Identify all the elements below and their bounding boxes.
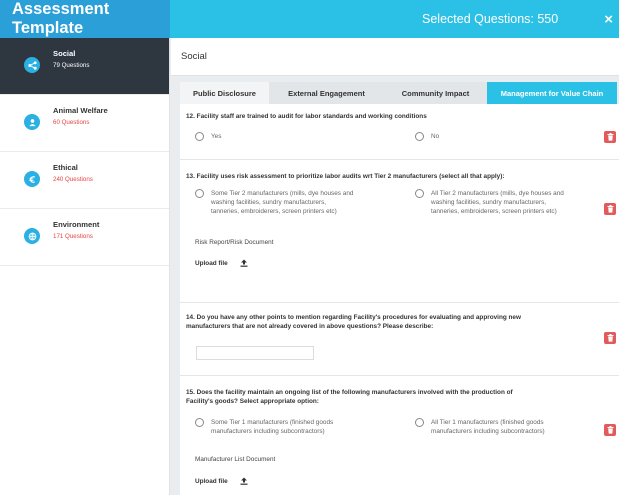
tab-community-impact[interactable]: Community Impact (384, 82, 487, 104)
question-13: 13. Facility uses risk assessment to pri… (180, 160, 619, 303)
upload-icon (240, 259, 248, 267)
document-label: Risk Report/Risk Document (195, 239, 274, 246)
radio-button[interactable] (195, 189, 204, 198)
option-label: Some Tier 2 manufacturers (mills, dye ho… (211, 189, 353, 216)
option-label-line: Some Tier 2 manufacturers (mills, dye ho… (211, 190, 354, 197)
option-label-line: Some Tier 1 manufacturers (finished good… (211, 419, 334, 426)
description-input[interactable] (196, 346, 314, 360)
sidebar-item-count: 79 Questions (53, 62, 90, 69)
subcategory-tabs: Public Disclosure External Engagement Co… (180, 82, 617, 104)
share-icon (24, 57, 40, 73)
option-label: Yes (211, 133, 222, 140)
tab-external-engagement[interactable]: External Engagement (269, 82, 384, 104)
sidebar-item-label: Ethical (53, 163, 78, 172)
option-label-line: washing facilities, sundry manufacturers… (431, 199, 547, 206)
sidebar-item-count: 60 Questions (53, 119, 90, 126)
section-title: Social (171, 38, 619, 76)
selected-questions-count: Selected Questions: 550 (422, 12, 559, 26)
question-text: 14. Do you have any other points to ment… (186, 313, 521, 331)
option-label-line: washing facilities, sundry manufacturers… (211, 199, 327, 206)
option-yes[interactable]: Yes (195, 132, 221, 141)
question-text: 12. Facility staff are trained to audit … (186, 113, 427, 120)
question-text-line: Facility's goods? Select appropriate opt… (186, 398, 319, 405)
radio-button[interactable] (415, 132, 424, 141)
globe-icon (24, 228, 40, 244)
trash-icon (607, 334, 613, 342)
sidebar-item-ethical[interactable]: Ethical 240 Questions (0, 152, 169, 209)
user-icon (24, 114, 40, 130)
radio-button[interactable] (415, 189, 424, 198)
document-label: Manufacturer List Document (195, 456, 276, 463)
radio-button[interactable] (195, 418, 204, 427)
option-label-line: All Tier 2 manufacturers (mills, dye hou… (431, 190, 564, 197)
sidebar-item-animal-welfare[interactable]: Animal Welfare 60 Questions (0, 95, 169, 152)
sidebar-item-label: Animal Welfare (53, 106, 108, 115)
option-label-line: All Tier 1 manufacturers (finished goods (431, 419, 544, 426)
close-icon[interactable]: × (604, 11, 613, 28)
question-12: 12. Facility staff are trained to audit … (180, 104, 619, 160)
sidebar-item-count: 171 Questions (53, 233, 93, 240)
tab-management-for-value-chain[interactable]: Management for Value Chain (487, 82, 617, 104)
option-label-line: tanneries, embroiderers, screen printers… (211, 208, 337, 215)
tab-public-disclosure[interactable]: Public Disclosure (180, 82, 269, 104)
delete-question-button[interactable] (604, 424, 616, 436)
delete-question-button[interactable] (604, 332, 616, 344)
option-label-line: manufacturers including subcontractors) (211, 428, 325, 435)
category-sidebar: Social 79 Questions Animal Welfare 60 Qu… (0, 38, 170, 495)
option-label: No (431, 133, 440, 140)
option-label-line: tanneries, embroiderers, screen printers… (431, 208, 557, 215)
option-all-tier-1[interactable]: All Tier 1 manufacturers (finished goods… (415, 418, 545, 436)
option-some-tier-2[interactable]: Some Tier 2 manufacturers (mills, dye ho… (195, 189, 353, 216)
upload-label: Upload file (195, 259, 228, 267)
header-bar: Assessment Template Selected Questions: … (0, 0, 619, 38)
option-some-tier-1[interactable]: Some Tier 1 manufacturers (finished good… (195, 418, 333, 436)
option-label: All Tier 1 manufacturers (finished goods… (431, 418, 545, 436)
radio-button[interactable] (415, 418, 424, 427)
radio-button[interactable] (195, 132, 204, 141)
option-all-tier-2[interactable]: All Tier 2 manufacturers (mills, dye hou… (415, 189, 564, 216)
trash-icon (607, 426, 613, 434)
delete-question-button[interactable] (604, 131, 616, 143)
option-label-line: manufacturers including subcontractors) (431, 428, 545, 435)
question-15: 15. Does the facility maintain an ongoin… (180, 376, 619, 495)
assessment-template-window: Assessment Template Selected Questions: … (0, 0, 619, 495)
question-text: 15. Does the facility maintain an ongoin… (186, 388, 513, 406)
question-text: 13. Facility uses risk assessment to pri… (186, 173, 505, 180)
delete-question-button[interactable] (604, 203, 616, 215)
sidebar-item-environment[interactable]: Environment 171 Questions (0, 209, 169, 266)
upload-icon (240, 477, 248, 485)
option-no[interactable]: No (415, 132, 439, 141)
sidebar-item-social[interactable]: Social 79 Questions (0, 38, 169, 95)
sidebar-item-count: 240 Questions (53, 176, 93, 183)
question-14: 14. Do you have any other points to ment… (180, 303, 619, 376)
header-title: Assessment Template (0, 0, 170, 38)
trash-icon (607, 205, 613, 213)
question-list: 12. Facility staff are trained to audit … (180, 104, 619, 495)
question-text-line: manufacturers that are not already cover… (186, 323, 434, 330)
trash-icon (607, 133, 613, 141)
main-panel: Social Public Disclosure External Engage… (171, 38, 619, 495)
upload-file-button[interactable]: Upload file (195, 477, 248, 485)
sidebar-item-label: Social (53, 49, 76, 58)
question-text-line: 15. Does the facility maintain an ongoin… (186, 389, 513, 396)
upload-label: Upload file (195, 477, 228, 485)
question-text-line: 14. Do you have any other points to ment… (186, 314, 521, 321)
currency-icon (24, 171, 40, 187)
header-status: Selected Questions: 550 × (170, 0, 619, 38)
option-label: Some Tier 1 manufacturers (finished good… (211, 418, 333, 436)
sidebar-item-label: Environment (53, 220, 100, 229)
upload-file-button[interactable]: Upload file (195, 259, 248, 267)
option-label: All Tier 2 manufacturers (mills, dye hou… (431, 189, 564, 216)
